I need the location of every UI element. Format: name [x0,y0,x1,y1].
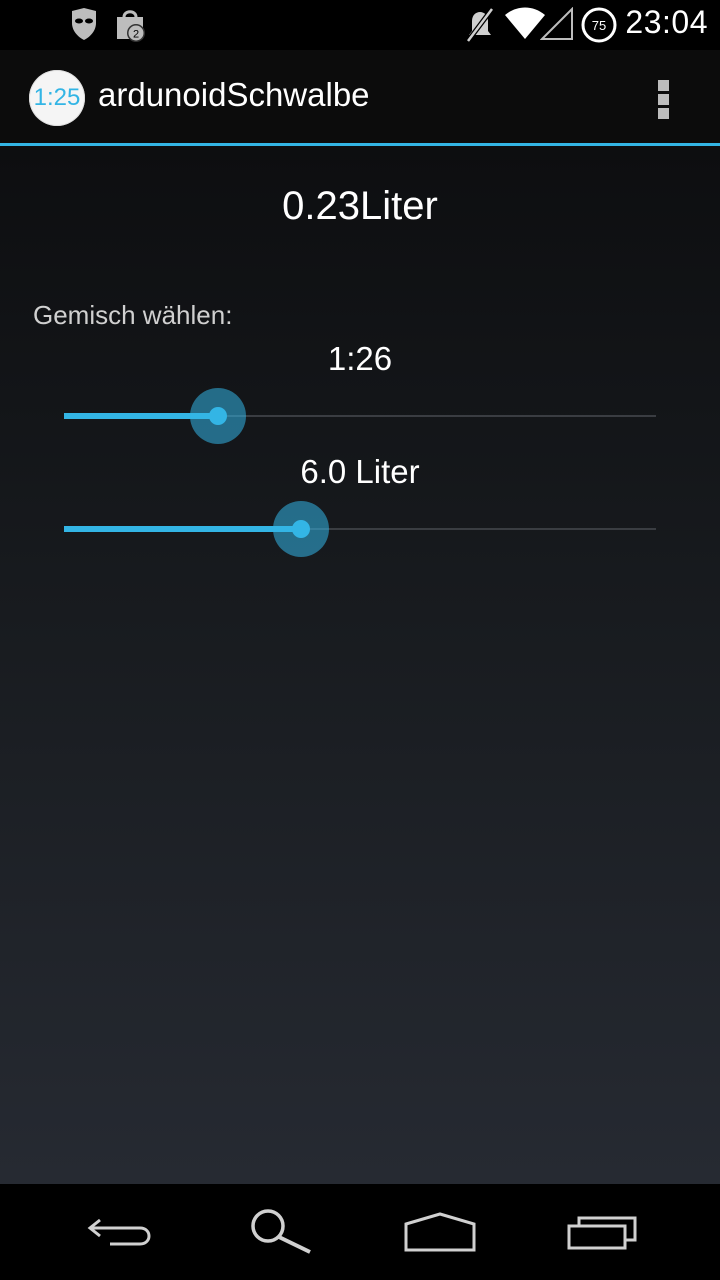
ratio-slider-thumb[interactable] [209,407,227,425]
mute-icon [464,7,496,47]
action-bar: 1:25 ardunoidSchwalbe [0,50,720,143]
back-icon[interactable] [80,1204,160,1260]
search-icon[interactable] [240,1204,320,1260]
app-icon-text: 1:25 [33,84,81,111]
battery-icon: 75 [581,7,617,47]
recent-apps-icon[interactable] [565,1204,645,1260]
ghost-mask-icon [70,7,98,45]
ratio-value-label: 1:26 [327,340,393,377]
volume-slider-fill [64,526,301,532]
wifi-icon [505,7,545,45]
volume-slider[interactable] [64,499,656,559]
screen: 2 75 23:04 1:25 ardunoidSchwalbe 0.23Lit… [0,0,720,1280]
status-time: 23:04 [625,4,708,40]
shopping-bag-icon: 2 [114,7,150,47]
volume-value-label: 6.0 Liter [300,453,420,490]
notification-count: 2 [133,29,139,41]
home-icon[interactable] [400,1204,480,1260]
battery-level: 75 [592,18,606,33]
mix-label: Gemisch wählen: [33,300,233,330]
signal-icon [539,6,574,45]
volume-slider-thumb[interactable] [292,520,310,538]
overflow-menu-icon[interactable] [650,76,678,120]
ratio-slider[interactable] [64,386,656,446]
app-icon[interactable]: 1:25 [29,70,85,126]
app-title: ardunoidSchwalbe [98,76,370,113]
main-content: 0.23Liter Gemisch wählen: 1:26 6.0 Liter [0,146,720,1184]
result-label: 0.23Liter [282,184,438,228]
navigation-bar [0,1184,720,1280]
status-bar: 2 75 23:04 [0,0,720,50]
